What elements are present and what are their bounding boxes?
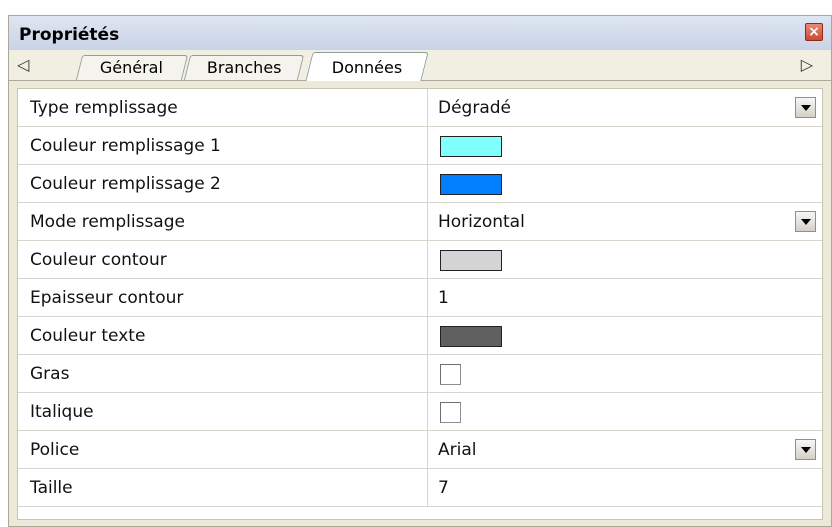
- property-label: Couleur remplissage 2: [30, 174, 221, 194]
- property-row-couleur-contour[interactable]: Couleur contour: [18, 241, 822, 279]
- tab-bar: ◁ Général Branches Données ▷: [9, 50, 831, 81]
- property-label: Couleur contour: [30, 250, 167, 270]
- property-label: Police: [30, 440, 80, 460]
- tab-general[interactable]: Général: [75, 55, 189, 80]
- tab-label: Général: [100, 58, 164, 77]
- property-value: Dégradé: [438, 98, 511, 118]
- tab-branches[interactable]: Branches: [183, 55, 305, 80]
- color-swatch-text[interactable]: [440, 326, 502, 347]
- property-value: 1: [438, 288, 449, 308]
- color-swatch-outline[interactable]: [440, 250, 502, 271]
- tab-label: Données: [331, 58, 402, 77]
- property-label: Type remplissage: [30, 98, 178, 118]
- tab-donnees[interactable]: Données: [305, 52, 429, 81]
- property-label: Gras: [30, 364, 70, 384]
- title-bar: Propriétés ×: [9, 16, 831, 51]
- property-value: Arial: [438, 440, 477, 460]
- property-row-couleur-remplissage-1[interactable]: Couleur remplissage 1: [18, 127, 822, 165]
- bold-checkbox[interactable]: [440, 364, 461, 385]
- property-value: Horizontal: [438, 212, 525, 232]
- property-row-couleur-remplissage-2[interactable]: Couleur remplissage 2: [18, 165, 822, 203]
- fill-type-select[interactable]: Dégradé: [428, 89, 822, 126]
- property-row-type-remplissage[interactable]: Type remplissage Dégradé: [18, 89, 822, 127]
- property-row-epaisseur-contour[interactable]: Epaisseur contour 1: [18, 279, 822, 317]
- property-grid: Type remplissage Dégradé Couleur remplis…: [17, 88, 823, 520]
- property-row-mode-remplissage[interactable]: Mode remplissage Horizontal: [18, 203, 822, 241]
- color-swatch-fill-1[interactable]: [440, 136, 502, 157]
- property-label: Couleur texte: [30, 326, 146, 346]
- property-label: Epaisseur contour: [30, 288, 184, 308]
- italic-checkbox[interactable]: [440, 402, 461, 423]
- fill-mode-select[interactable]: Horizontal: [428, 203, 822, 240]
- tab-scroll-left-icon[interactable]: ◁: [17, 55, 29, 74]
- dropdown-arrow-icon[interactable]: [795, 97, 816, 118]
- panel-title: Propriétés: [19, 25, 120, 45]
- dropdown-arrow-icon[interactable]: [795, 439, 816, 460]
- property-row-police[interactable]: Police Arial: [18, 431, 822, 469]
- property-label: Couleur remplissage 1: [30, 136, 221, 156]
- color-swatch-fill-2[interactable]: [440, 174, 502, 195]
- close-icon[interactable]: ×: [805, 23, 823, 41]
- property-row-taille[interactable]: Taille 7: [18, 469, 822, 507]
- tab-scroll-right-icon[interactable]: ▷: [801, 55, 813, 74]
- outline-width-field[interactable]: 1: [428, 279, 822, 316]
- property-label: Mode remplissage: [30, 212, 185, 232]
- tab-label: Branches: [206, 58, 282, 77]
- font-select[interactable]: Arial: [428, 431, 822, 468]
- property-row-gras[interactable]: Gras: [18, 355, 822, 393]
- dropdown-arrow-icon[interactable]: [795, 211, 816, 232]
- property-row-couleur-texte[interactable]: Couleur texte: [18, 317, 822, 355]
- property-label: Italique: [30, 402, 94, 422]
- property-label: Taille: [30, 478, 73, 498]
- property-row-italique[interactable]: Italique: [18, 393, 822, 431]
- properties-panel: Propriétés × ◁ Général Branches Données …: [8, 15, 832, 527]
- property-value: 7: [438, 478, 449, 498]
- size-field[interactable]: 7: [428, 469, 822, 506]
